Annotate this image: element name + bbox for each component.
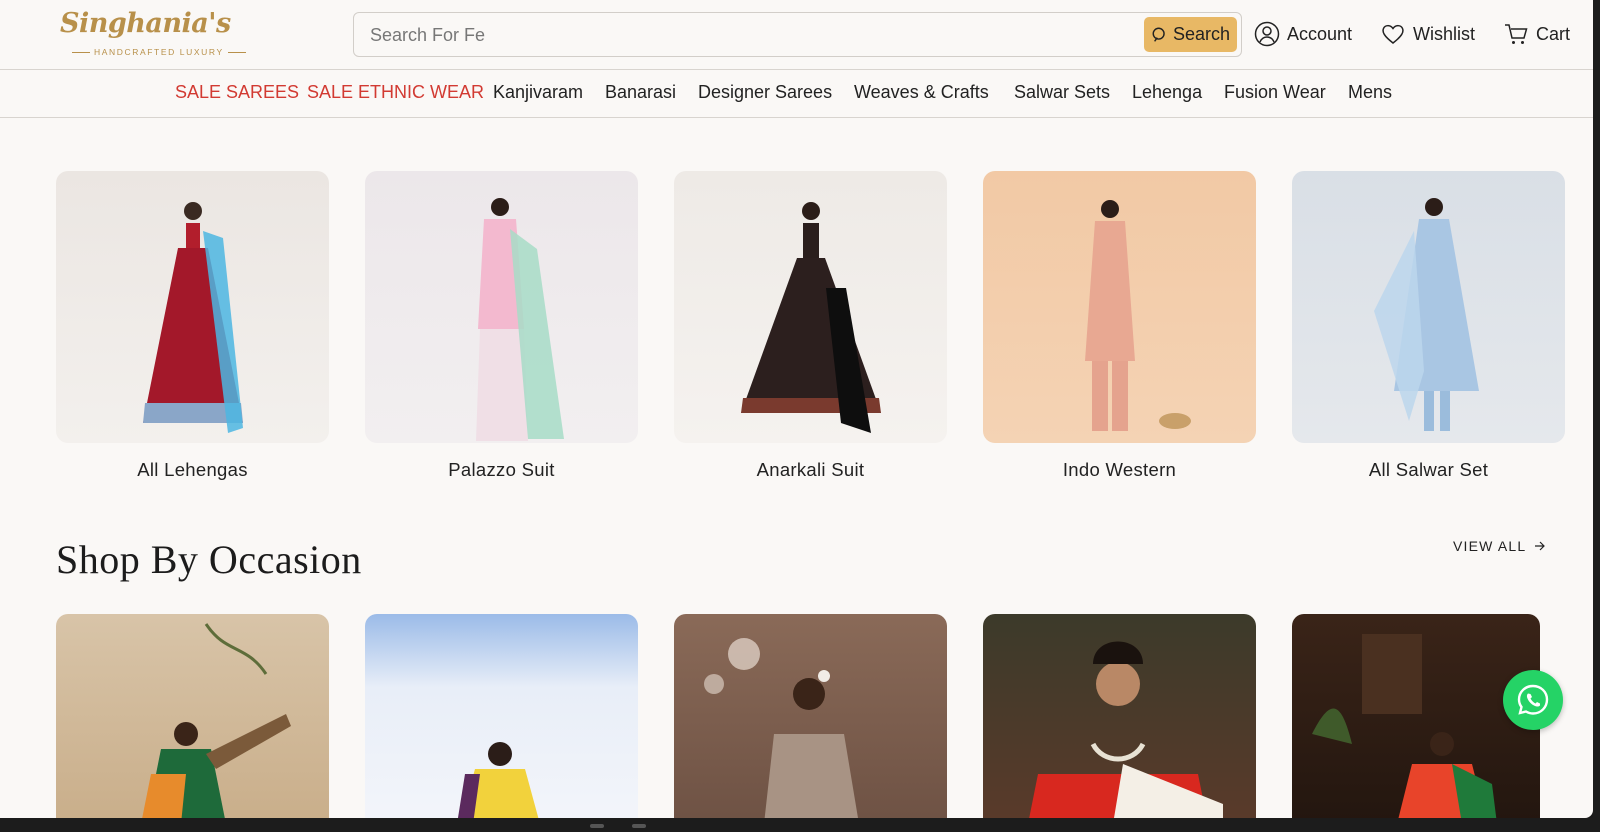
occasion-card[interactable] — [1292, 614, 1540, 818]
window-edge — [0, 818, 1600, 832]
window-edge — [1593, 0, 1600, 818]
arrow-right-icon — [1535, 541, 1546, 551]
view-all-label: VIEW ALL — [1453, 538, 1527, 554]
category-card-lehengas[interactable] — [56, 171, 329, 443]
wishlist-link[interactable]: Wishlist — [1380, 19, 1475, 49]
category-image — [1373, 198, 1479, 431]
page: Singhania's HANDCRAFTED LUXURY Search Ac… — [0, 0, 1593, 818]
category-image — [740, 202, 881, 433]
view-all-link[interactable]: VIEW ALL — [1453, 538, 1546, 554]
category-label-anarkali[interactable]: Anarkali Suit — [674, 459, 947, 481]
main-nav: SALE SAREES SALE ETHNIC WEAR Kanjivaram … — [0, 70, 1593, 118]
category-label-palazzo[interactable]: Palazzo Suit — [365, 459, 638, 481]
category-card-salwar-set[interactable] — [1292, 171, 1565, 443]
nav-item-fusion-wear[interactable]: Fusion Wear — [1224, 82, 1326, 103]
category-card-anarkali[interactable] — [674, 171, 947, 443]
site-header: Singhania's HANDCRAFTED LUXURY Search Ac… — [0, 0, 1593, 70]
brand-logo[interactable]: Singhania's HANDCRAFTED LUXURY — [60, 8, 242, 60]
occasion-image — [1029, 641, 1223, 818]
occasion-image — [1312, 634, 1497, 818]
section-title: Shop By Occasion — [56, 537, 362, 582]
search-bar: Search — [353, 12, 1242, 57]
brand-tagline: HANDCRAFTED LUXURY — [68, 47, 250, 57]
category-image — [475, 198, 564, 441]
brand-name: Singhania's — [60, 8, 231, 39]
occasion-image — [142, 623, 291, 818]
occasion-image — [704, 638, 858, 818]
nav-item-kanjivaram[interactable]: Kanjivaram — [493, 82, 583, 103]
category-image — [1084, 200, 1191, 431]
whatsapp-button[interactable] — [1503, 670, 1563, 730]
occasion-card[interactable] — [674, 614, 947, 818]
account-link[interactable]: Account — [1254, 19, 1352, 49]
occasion-image — [457, 742, 539, 818]
category-label-salwar-set[interactable]: All Salwar Set — [1292, 459, 1565, 481]
category-card-indo-western[interactable] — [983, 171, 1256, 443]
taskbar-mark — [590, 824, 604, 828]
nav-item-weaves-crafts[interactable]: Weaves & Crafts — [854, 82, 989, 103]
account-label: Account — [1287, 23, 1353, 44]
occasion-card[interactable] — [56, 614, 329, 818]
search-input[interactable] — [370, 22, 1110, 48]
nav-item-lehenga[interactable]: Lehenga — [1132, 82, 1202, 103]
search-button[interactable]: Search — [1144, 17, 1237, 52]
category-card-palazzo[interactable] — [365, 171, 638, 443]
search-icon — [1152, 27, 1165, 42]
category-label-lehengas[interactable]: All Lehengas — [56, 459, 329, 481]
nav-item-sale-ethnic-wear[interactable]: SALE ETHNIC WEAR — [307, 82, 484, 103]
cart-link[interactable]: Cart — [1503, 19, 1570, 49]
nav-item-mens[interactable]: Mens — [1348, 82, 1392, 103]
category-image — [142, 202, 243, 433]
nav-item-designer-sarees[interactable]: Designer Sarees — [698, 82, 832, 103]
occasion-card[interactable] — [365, 614, 638, 818]
nav-item-banarasi[interactable]: Banarasi — [605, 82, 676, 103]
search-button-label: Search — [1172, 24, 1231, 44]
cart-label: Cart — [1536, 23, 1571, 44]
occasion-card[interactable] — [983, 614, 1256, 818]
category-label-indo-western[interactable]: Indo Western — [983, 459, 1256, 481]
wishlist-label: Wishlist — [1413, 23, 1475, 44]
nav-item-sale-sarees[interactable]: SALE SAREES — [175, 82, 299, 103]
heart-icon — [1382, 24, 1404, 44]
whatsapp-icon — [1517, 684, 1549, 715]
cart-icon — [1505, 24, 1528, 44]
user-icon — [1254, 21, 1280, 47]
nav-item-salwar-sets[interactable]: Salwar Sets — [1014, 82, 1110, 103]
taskbar-mark — [632, 824, 646, 828]
